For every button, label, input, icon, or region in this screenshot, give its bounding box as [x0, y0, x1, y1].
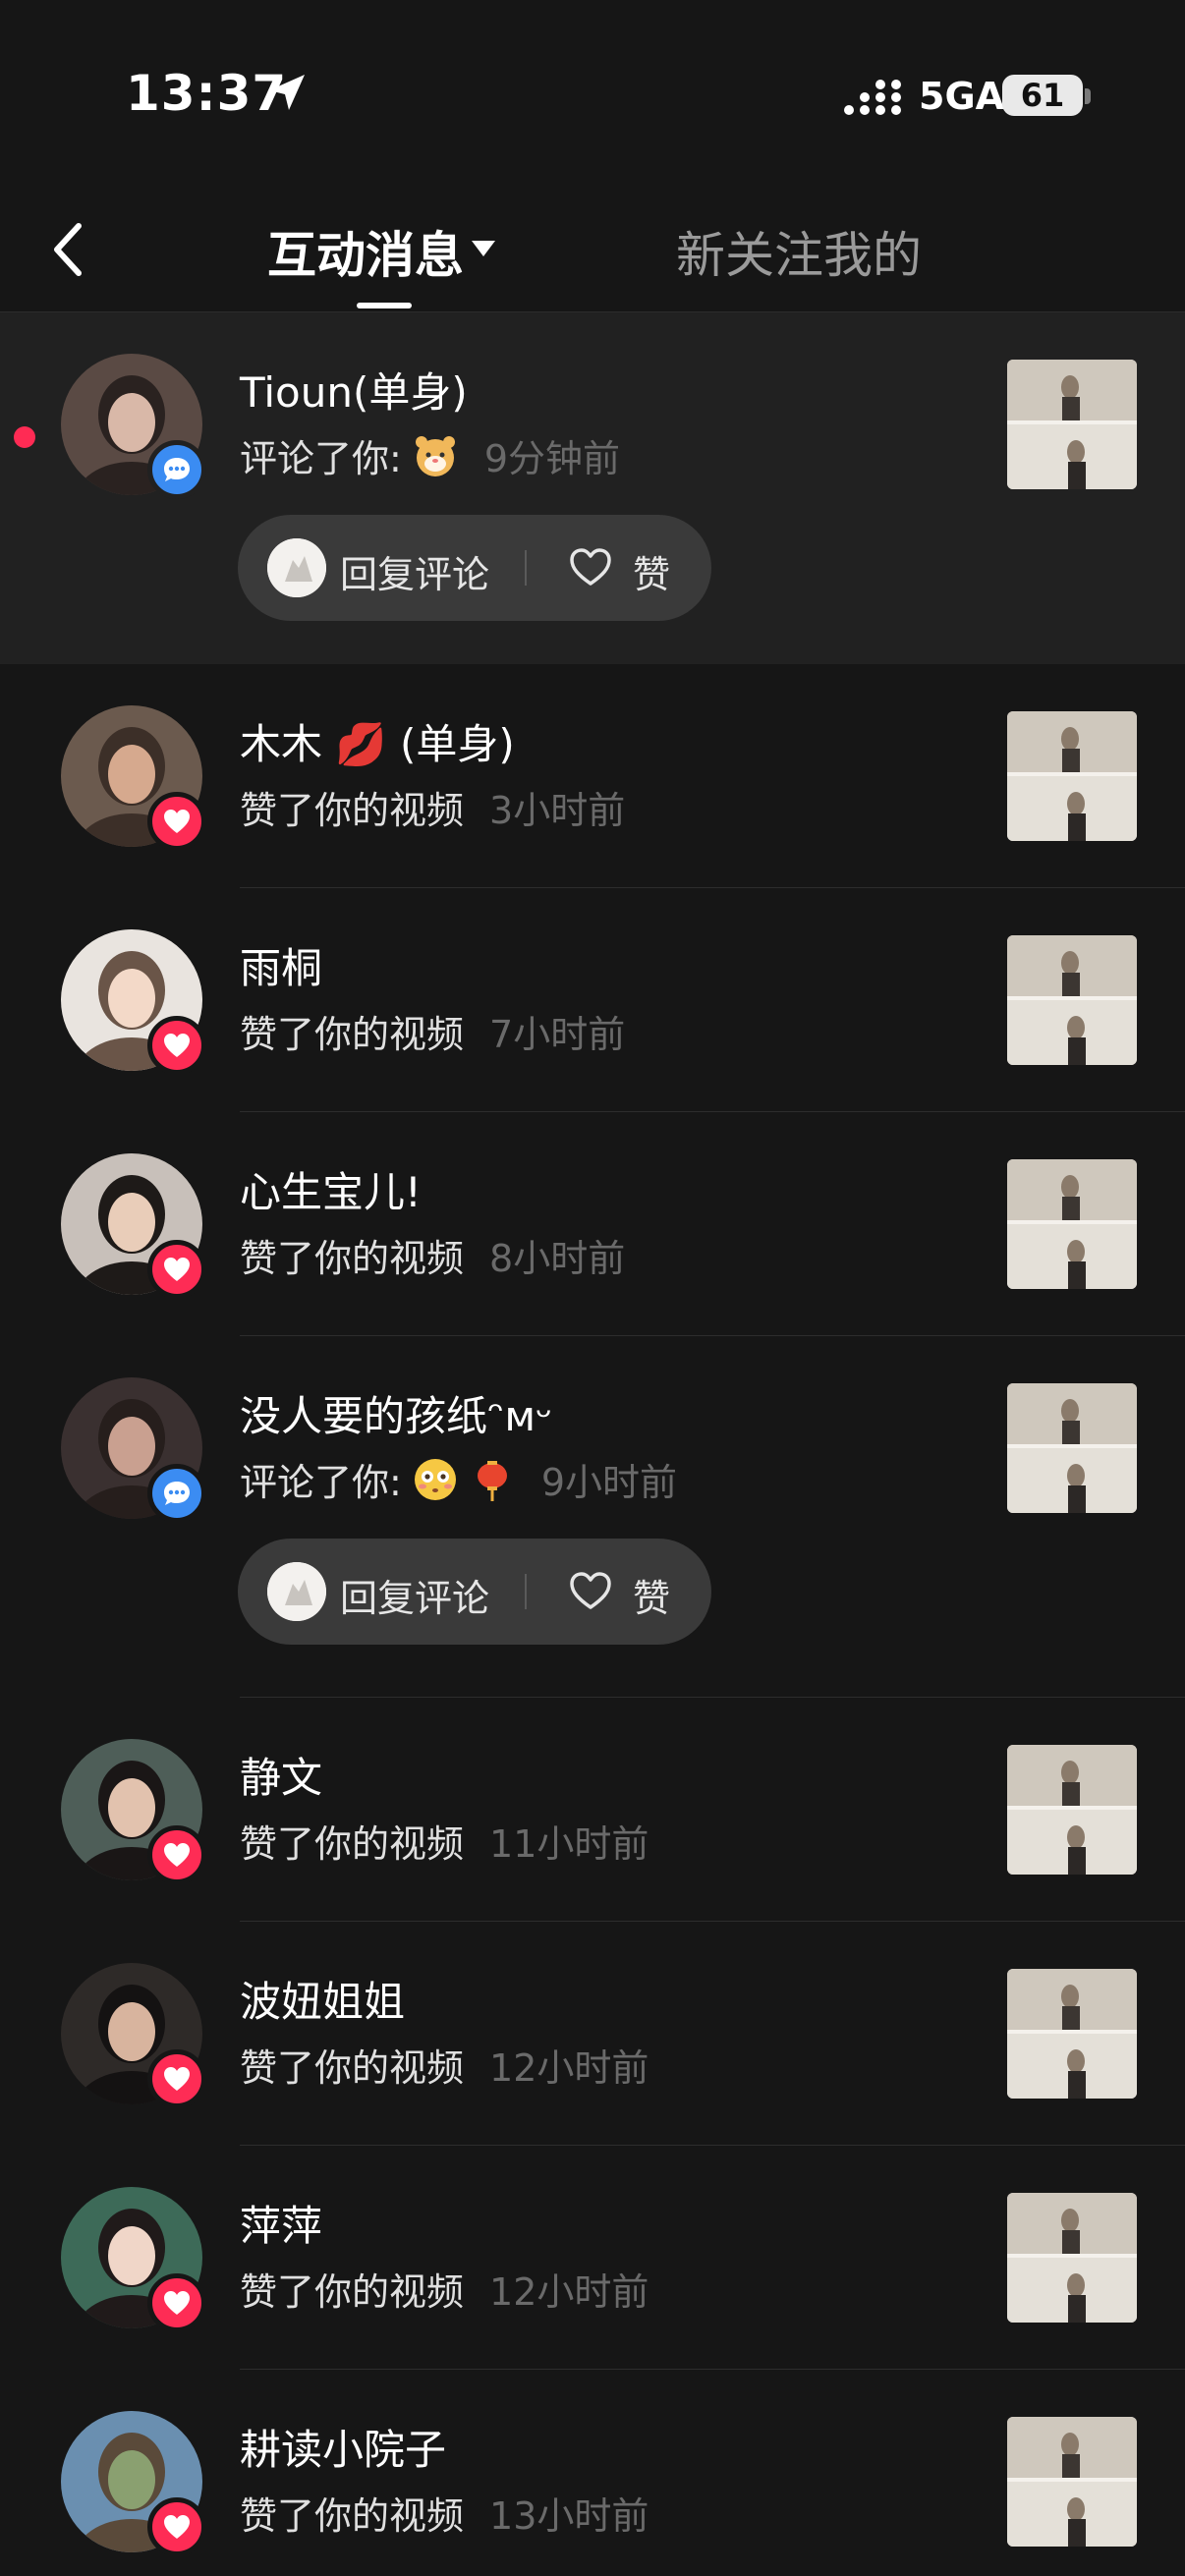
video-thumbnail[interactable]: [1007, 360, 1137, 489]
action-text: 评论了你:: [240, 1461, 402, 1504]
like-badge-icon: [147, 1240, 206, 1299]
time-ago: 13小时前: [489, 2494, 649, 2538]
status-bar: 13:37 5GA 61: [0, 0, 1185, 187]
action-line: 赞了你的视频 11小时前: [240, 1814, 649, 1868]
battery-cap: [1085, 88, 1091, 104]
pill-divider: [525, 550, 527, 586]
user-name[interactable]: 耕读小院子: [240, 2417, 446, 2477]
notification-row[interactable]: Tioun(单身) 评论了你: 9分钟前回复评论 赞: [0, 312, 1185, 664]
tiger-face-emoji-icon: [412, 432, 459, 479]
action-text: 赞了你的视频: [240, 2494, 465, 2538]
user-name[interactable]: 心生宝儿!: [240, 1159, 422, 1219]
unread-dot: [14, 426, 35, 448]
video-thumbnail[interactable]: [1007, 1969, 1137, 2099]
notification-row[interactable]: 木木 💋 (单身) 赞了你的视频 3小时前: [0, 664, 1185, 888]
tab-new-followers[interactable]: 新关注我的: [676, 216, 922, 287]
action-text: 赞了你的视频: [240, 1237, 465, 1280]
time-ago: 9小时前: [540, 1461, 677, 1504]
reply-pill: 回复评论 赞: [238, 1539, 711, 1645]
action-line: 赞了你的视频 3小时前: [240, 780, 625, 834]
like-badge-icon: [147, 2273, 206, 2332]
tab-underline: [357, 303, 412, 308]
caret-down-icon[interactable]: [470, 238, 497, 259]
flushed-face-emoji-icon: [412, 1456, 459, 1503]
lantern-emoji-icon: [469, 1456, 516, 1503]
top-nav: 互动消息 新关注我的: [0, 187, 1185, 312]
action-line: 赞了你的视频 13小时前: [240, 2486, 649, 2540]
my-avatar: [267, 538, 326, 597]
action-line: 赞了你的视频 12小时前: [240, 2262, 649, 2316]
like-comment-button[interactable]: 赞: [633, 544, 670, 598]
my-avatar: [267, 1562, 326, 1621]
notification-row[interactable]: 雨桐赞了你的视频 7小时前: [0, 888, 1185, 1112]
comment-badge-icon: [147, 440, 206, 499]
video-thumbnail[interactable]: [1007, 711, 1137, 841]
action-text: 赞了你的视频: [240, 2046, 465, 2090]
time-ago: 12小时前: [489, 2270, 649, 2314]
video-thumbnail[interactable]: [1007, 935, 1137, 1065]
location-arrow-icon: [269, 75, 305, 110]
notification-row[interactable]: 波妞姐姐赞了你的视频 12小时前: [0, 1922, 1185, 2146]
notification-row[interactable]: 心生宝儿! 赞了你的视频 8小时前: [0, 1112, 1185, 1336]
like-badge-icon: [147, 2497, 206, 2556]
video-thumbnail[interactable]: [1007, 1383, 1137, 1513]
reply-comment-button[interactable]: 回复评论: [340, 1568, 489, 1622]
notification-row[interactable]: 没人要的孩纸ᵔᴍᵕ 评论了你: 9小时前回复评论 赞: [0, 1336, 1185, 1698]
action-text: 评论了你:: [240, 437, 402, 480]
network-type: 5GA: [919, 75, 1005, 118]
video-thumbnail[interactable]: [1007, 1159, 1137, 1289]
action-line: 赞了你的视频 8小时前: [240, 1228, 625, 1282]
like-badge-icon: [147, 792, 206, 851]
time-ago: 12小时前: [489, 2046, 649, 2090]
notification-row[interactable]: 耕读小院子赞了你的视频 13小时前: [0, 2370, 1185, 2576]
like-badge-icon: [147, 2049, 206, 2108]
action-text: 赞了你的视频: [240, 789, 465, 832]
tab-interactions[interactable]: 互动消息: [267, 216, 464, 287]
pill-divider: [525, 1574, 527, 1609]
action-text: 赞了你的视频: [240, 2270, 465, 2314]
time-ago: 8小时前: [489, 1237, 626, 1280]
reply-comment-button[interactable]: 回复评论: [340, 544, 489, 598]
like-badge-icon: [147, 1016, 206, 1075]
user-name[interactable]: 波妞姐姐: [240, 1969, 405, 2029]
notification-list: Tioun(单身) 评论了你: 9分钟前 回复评论赞木木 💋 (单身) 赞了你的视频 3小…: [0, 312, 1185, 2576]
action-line: 评论了你: 9小时前: [240, 1452, 677, 1506]
user-name[interactable]: 没人要的孩纸ᵔᴍᵕ: [240, 1383, 552, 1443]
time-ago: 11小时前: [489, 1822, 649, 1866]
time-ago: 3小时前: [489, 789, 626, 832]
notification-row[interactable]: 萍萍赞了你的视频 12小时前: [0, 2146, 1185, 2370]
user-name[interactable]: 萍萍: [240, 2193, 322, 2253]
video-thumbnail[interactable]: [1007, 2417, 1137, 2547]
user-name[interactable]: Tioun(单身): [240, 360, 468, 420]
user-name[interactable]: 雨桐: [240, 935, 322, 995]
reply-pill: 回复评论 赞: [238, 515, 711, 621]
time-ago: 7小时前: [489, 1013, 626, 1056]
video-thumbnail[interactable]: [1007, 1745, 1137, 1875]
signal-dots-icon: [844, 80, 901, 115]
action-text: 赞了你的视频: [240, 1013, 465, 1056]
user-name[interactable]: 木木 💋 (单身): [240, 711, 515, 771]
heart-outline-icon[interactable]: [568, 1570, 613, 1611]
back-chevron-icon[interactable]: [45, 218, 94, 281]
comment-badge-icon: [147, 1464, 206, 1523]
time-ago: 9分钟前: [483, 437, 620, 480]
notification-row[interactable]: 静文赞了你的视频 11小时前: [0, 1698, 1185, 1922]
like-badge-icon: [147, 1825, 206, 1884]
battery-icon: 61: [1002, 75, 1083, 116]
action-line: 评论了你: 9分钟前: [240, 428, 620, 482]
action-line: 赞了你的视频 12小时前: [240, 2038, 649, 2092]
action-line: 赞了你的视频 7小时前: [240, 1004, 625, 1058]
video-thumbnail[interactable]: [1007, 2193, 1137, 2323]
user-name[interactable]: 静文: [240, 1745, 322, 1805]
like-comment-button[interactable]: 赞: [633, 1568, 670, 1622]
status-time: 13:37: [126, 65, 288, 122]
action-text: 赞了你的视频: [240, 1822, 465, 1866]
heart-outline-icon[interactable]: [568, 546, 613, 588]
